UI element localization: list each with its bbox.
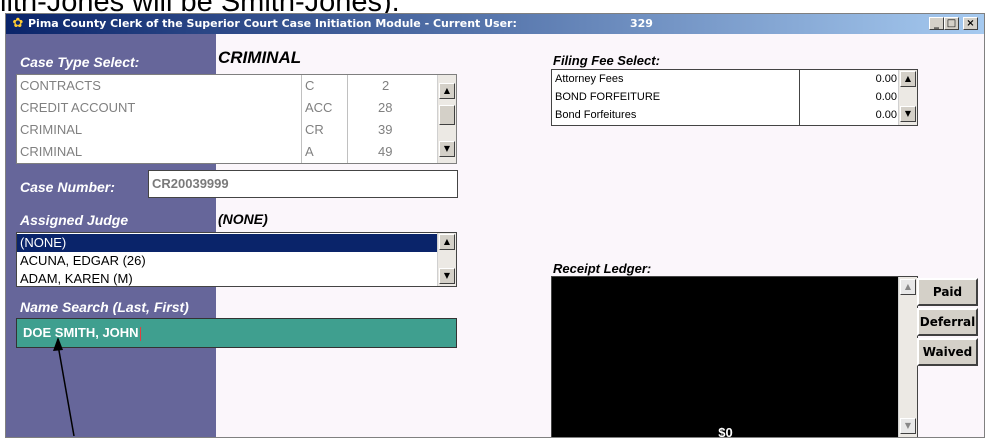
list-item[interactable]: CREDIT ACCOUNT ACC 28 [17, 97, 437, 119]
case-type-label: Case Type Select: [20, 54, 140, 70]
receipt-ledger-label: Receipt Ledger: [553, 261, 652, 276]
scroll-down-icon[interactable]: ▼ [900, 418, 916, 434]
list-item[interactable]: ACUNA, EDGAR (26) [17, 252, 437, 270]
current-user-id: 329 [630, 17, 653, 30]
deferral-button[interactable]: Deferral [917, 308, 978, 336]
judge-list[interactable]: (NONE) ACUNA, EDGAR (26) ADAM, KAREN (M)… [16, 232, 457, 287]
case-number-input[interactable]: CR20039999 [148, 170, 458, 198]
case-type-code: C [305, 78, 315, 93]
filing-fee-list[interactable]: Attorney Fees 0.00 BOND FORFEITURE 0.00 … [551, 69, 918, 126]
scroll-up-icon[interactable]: ▲ [900, 71, 916, 87]
scroll-thumb[interactable] [439, 105, 455, 125]
judge-scrollbar[interactable]: ▲ ▼ [437, 233, 456, 286]
scroll-down-icon[interactable]: ▼ [900, 106, 916, 122]
case-type-code: A [305, 144, 314, 159]
assigned-judge-selected: (NONE) [218, 211, 268, 227]
filing-fee-scrollbar[interactable]: ▲ ▼ [898, 70, 917, 125]
name-search-value: DOE SMITH, JOHN [23, 325, 139, 340]
case-type-scrollbar[interactable]: ▲ ▼ [437, 75, 456, 163]
scroll-down-icon[interactable]: ▼ [439, 268, 455, 284]
case-type-code: ACC [305, 100, 333, 115]
list-item[interactable]: (NONE) [17, 234, 437, 252]
case-type-name: CREDIT ACCOUNT [20, 100, 136, 115]
case-type-name: CRIMINAL [20, 144, 83, 159]
scroll-up-icon[interactable]: ▲ [439, 83, 455, 99]
close-button[interactable]: × [963, 17, 978, 30]
fee-name: Bond Forfeitures [555, 109, 637, 121]
list-item[interactable]: CONTRACTS C 2 [17, 75, 437, 97]
fee-name: BOND FORFEITURE [555, 91, 661, 103]
case-number-value: CR20039999 [152, 176, 229, 191]
list-item[interactable]: BOND FORFEITURE 0.00 [552, 88, 899, 106]
case-type-number: 49 [378, 144, 393, 159]
title-bar[interactable]: ✿ Pima County Clerk of the Superior Cour… [6, 14, 984, 34]
paid-button[interactable]: Paid [917, 278, 978, 306]
text-cursor [139, 326, 141, 341]
maximize-button[interactable]: □ [944, 17, 959, 30]
receipt-ledger[interactable]: ▲ ▼ $0 [551, 276, 918, 438]
scroll-up-icon[interactable]: ▲ [900, 279, 916, 295]
case-type-code: CR [305, 122, 324, 137]
list-item[interactable]: ADAM, KAREN (M) [17, 270, 437, 286]
case-type-list[interactable]: CONTRACTS C 2 CREDIT ACCOUNT ACC 28 CRIM… [16, 74, 457, 164]
fee-name: Attorney Fees [555, 73, 624, 85]
fee-amount: 0.00 [875, 91, 897, 103]
name-search-label: Name Search (Last, First) [20, 299, 189, 315]
ledger-total: $0 [718, 425, 733, 438]
name-search-input[interactable]: DOE SMITH, JOHN [16, 318, 457, 348]
assigned-judge-label: Assigned Judge [20, 212, 129, 228]
window-title: Pima County Clerk of the Superior Court … [28, 17, 517, 30]
case-initiation-window: ✿ Pima County Clerk of the Superior Cour… [5, 13, 985, 438]
minimize-button[interactable]: _ [929, 17, 944, 30]
scroll-up-icon[interactable]: ▲ [439, 234, 455, 250]
ledger-scrollbar[interactable]: ▲ ▼ [898, 277, 917, 437]
case-number-label: Case Number: [20, 179, 115, 195]
fee-amount: 0.00 [875, 73, 897, 85]
filing-fee-label: Filing Fee Select: [553, 53, 660, 68]
case-type-number: 28 [378, 100, 393, 115]
list-item[interactable]: CRIMINAL CR 39 [17, 119, 437, 141]
scroll-down-icon[interactable]: ▼ [439, 141, 455, 157]
case-type-name: CRIMINAL [20, 122, 83, 137]
list-item[interactable]: Attorney Fees 0.00 [552, 70, 899, 88]
list-item[interactable]: CRIMINAL A 49 [17, 141, 437, 163]
case-type-name: CONTRACTS [20, 78, 101, 93]
list-item[interactable]: Bond Forfeitures 0.00 [552, 106, 899, 124]
app-icon: ✿ [12, 16, 24, 31]
case-type-number: 2 [382, 78, 390, 93]
waived-button[interactable]: Waived [917, 338, 978, 366]
case-type-number: 39 [378, 122, 393, 137]
case-type-selected: CRIMINAL [218, 48, 302, 67]
fee-amount: 0.00 [875, 109, 897, 121]
